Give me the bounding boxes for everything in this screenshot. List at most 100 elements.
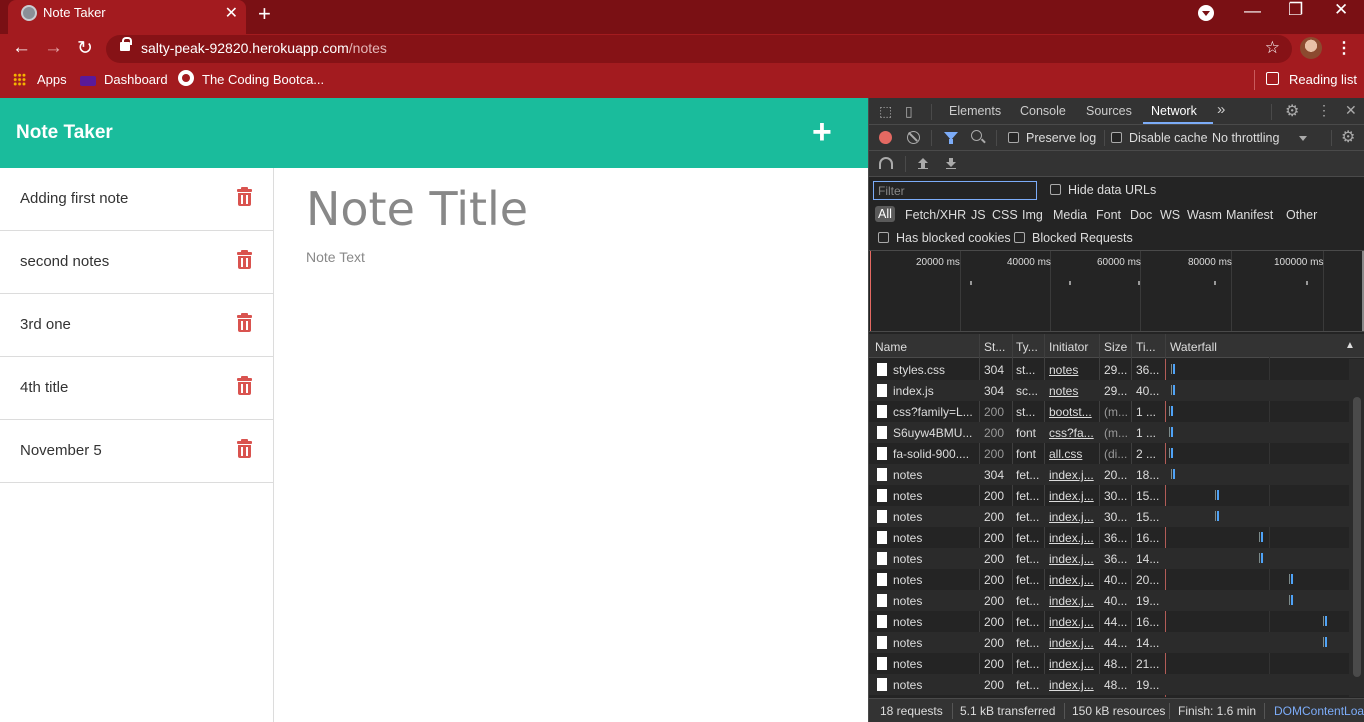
note-item-title[interactable]: 4th title: [20, 379, 68, 396]
request-initiator-link[interactable]: index.j...: [1049, 615, 1097, 629]
filter-icon[interactable]: [944, 132, 958, 144]
type-filter-other[interactable]: Other: [1286, 208, 1317, 222]
address-bar[interactable]: salty-peak-92820.herokuapp.com/notes ☆: [106, 35, 1292, 63]
tab-elements[interactable]: Elements: [949, 104, 1001, 118]
minimize-button[interactable]: —: [1244, 1, 1261, 21]
waterfall-bar[interactable]: [1291, 574, 1293, 584]
request-row[interactable]: notes 200 fet... index.j... 44... 16...: [869, 611, 1349, 632]
request-row[interactable]: notes 200 fet... index.j... 48... 19...: [869, 674, 1349, 695]
request-name[interactable]: css?family=L...: [893, 405, 975, 419]
type-filter-css[interactable]: CSS: [992, 208, 1018, 222]
settings-gear-icon[interactable]: ⚙: [1285, 101, 1299, 121]
network-settings-icon[interactable]: ⚙: [1341, 127, 1355, 147]
request-name[interactable]: notes: [893, 552, 975, 566]
chevron-down-icon[interactable]: [1299, 136, 1307, 141]
request-name[interactable]: notes: [893, 573, 975, 587]
import-har-icon[interactable]: [918, 158, 928, 169]
request-row[interactable]: notes 200 fet... index.j... 40... 19...: [869, 590, 1349, 611]
device-toolbar-icon[interactable]: ▯: [905, 103, 913, 120]
maximize-button[interactable]: ❐: [1288, 0, 1303, 20]
request-name[interactable]: notes: [893, 678, 975, 692]
type-filter-wasm[interactable]: Wasm: [1187, 208, 1222, 222]
column-time[interactable]: Ti...: [1136, 340, 1156, 354]
type-filter-img[interactable]: Img: [1022, 208, 1043, 222]
type-filter-font[interactable]: Font: [1096, 208, 1121, 222]
trash-icon[interactable]: [237, 187, 252, 206]
network-overview-timeline[interactable]: 20000 ms 40000 ms 60000 ms 80000 ms 1000…: [869, 250, 1364, 332]
clear-icon[interactable]: [907, 131, 920, 144]
type-filter-manifest[interactable]: Manifest: [1226, 208, 1273, 222]
request-initiator-link[interactable]: notes: [1049, 384, 1097, 398]
hide-data-urls-checkbox[interactable]: [1050, 184, 1061, 195]
waterfall-bar[interactable]: [1325, 616, 1327, 626]
request-row[interactable]: notes 200 fet... index.j... 30... 15...: [869, 506, 1349, 527]
note-list-item[interactable]: 4th title: [0, 357, 273, 420]
tab-network[interactable]: Network: [1151, 104, 1197, 118]
throttling-select[interactable]: No throttling: [1212, 131, 1279, 145]
column-waterfall[interactable]: Waterfall: [1170, 340, 1217, 354]
url-text[interactable]: salty-peak-92820.herokuapp.com/notes: [141, 40, 387, 56]
request-name[interactable]: index.js: [893, 384, 975, 398]
request-name[interactable]: notes: [893, 468, 975, 482]
request-name[interactable]: styles.css: [893, 363, 975, 377]
lock-icon[interactable]: [120, 37, 132, 51]
request-initiator-link[interactable]: index.j...: [1049, 510, 1097, 524]
request-initiator-link[interactable]: index.j...: [1049, 636, 1097, 650]
export-har-icon[interactable]: [946, 158, 956, 169]
dashboard-icon[interactable]: [80, 76, 96, 86]
trash-icon[interactable]: [237, 313, 252, 332]
type-filter-media[interactable]: Media: [1053, 208, 1087, 222]
request-initiator-link[interactable]: index.j...: [1049, 657, 1097, 671]
new-tab-button[interactable]: +: [258, 1, 271, 27]
filter-input[interactable]: Filter: [873, 181, 1037, 200]
request-row[interactable]: notes 200 fet... index.j... 30... 15...: [869, 485, 1349, 506]
note-text-input[interactable]: Note Text: [306, 249, 365, 265]
tab-search-icon[interactable]: [1198, 5, 1214, 21]
type-filter-all[interactable]: All: [875, 206, 895, 222]
bookmark-coding-bootcamp[interactable]: The Coding Bootca...: [202, 72, 324, 87]
waterfall-bar[interactable]: [1173, 385, 1175, 395]
trash-icon[interactable]: [237, 439, 252, 458]
preserve-log-checkbox[interactable]: [1008, 132, 1019, 143]
request-name[interactable]: notes: [893, 636, 975, 650]
devtools-menu-icon[interactable]: ⋮: [1317, 102, 1331, 119]
request-initiator-link[interactable]: all.css: [1049, 447, 1097, 461]
note-list-item[interactable]: second notes: [0, 231, 273, 294]
search-icon[interactable]: [971, 130, 982, 141]
type-filter-doc[interactable]: Doc: [1130, 208, 1152, 222]
request-name[interactable]: S6uyw4BMU...: [893, 426, 975, 440]
request-name[interactable]: notes: [893, 489, 975, 503]
request-row[interactable]: notes 200 fet... index.j... 40... 20...: [869, 569, 1349, 590]
column-type[interactable]: Ty...: [1016, 340, 1038, 354]
reading-list-button[interactable]: Reading list: [1289, 72, 1357, 87]
request-initiator-link[interactable]: index.j...: [1049, 678, 1097, 692]
column-size[interactable]: Size: [1104, 340, 1127, 354]
request-initiator-link[interactable]: index.j...: [1049, 489, 1097, 503]
request-name[interactable]: notes: [893, 657, 975, 671]
waterfall-bar[interactable]: [1217, 511, 1219, 521]
browser-tab[interactable]: Note Taker ✕: [8, 0, 246, 34]
note-item-title[interactable]: second notes: [20, 253, 109, 270]
waterfall-bar[interactable]: [1173, 469, 1175, 479]
request-initiator-link[interactable]: index.j...: [1049, 594, 1097, 608]
request-row[interactable]: notes 200 fet... index.j... 48... 21...: [869, 653, 1349, 674]
note-title-input[interactable]: Note Title: [306, 182, 528, 236]
tab-close-icon[interactable]: ✕: [225, 3, 238, 23]
waterfall-bar[interactable]: [1173, 364, 1175, 374]
column-name[interactable]: Name: [875, 340, 907, 354]
request-row[interactable]: S6uyw4BMU... 200 font css?fa... (m... 1 ...: [869, 422, 1349, 443]
waterfall-bar[interactable]: [1261, 553, 1263, 563]
close-devtools-icon[interactable]: ✕: [1345, 102, 1357, 119]
profile-avatar[interactable]: [1300, 37, 1322, 59]
request-row[interactable]: notes 304 fet... index.j... 20... 18...: [869, 464, 1349, 485]
tab-sources[interactable]: Sources: [1086, 104, 1132, 118]
network-conditions-icon[interactable]: [879, 157, 893, 169]
browser-menu-icon[interactable]: ⋮: [1336, 38, 1352, 58]
note-list-item[interactable]: November 5: [0, 420, 273, 483]
scrollbar-thumb[interactable]: [1353, 397, 1361, 677]
request-initiator-link[interactable]: index.j...: [1049, 552, 1097, 566]
note-item-title[interactable]: Adding first note: [20, 190, 128, 207]
request-name[interactable]: fa-solid-900....: [893, 447, 975, 461]
request-name[interactable]: notes: [893, 531, 975, 545]
tab-console[interactable]: Console: [1020, 104, 1066, 118]
